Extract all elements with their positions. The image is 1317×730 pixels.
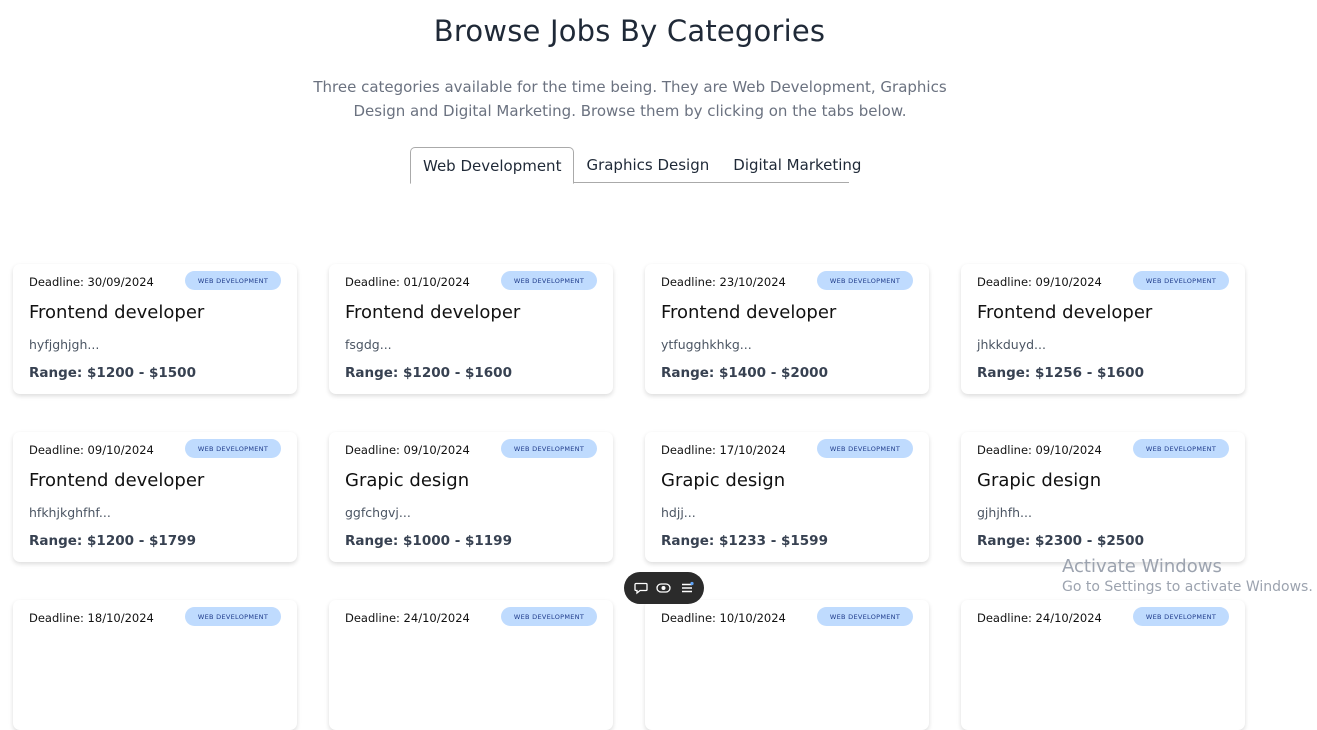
watermark-subtitle: Go to Settings to activate Windows.	[1062, 579, 1313, 595]
category-tabs: Web Development Graphics Design Digital …	[410, 147, 861, 184]
job-description: hyfjghjgh...	[29, 337, 100, 352]
job-description: gjhjhfh...	[977, 505, 1032, 520]
job-deadline: Deadline: 30/09/2024	[29, 275, 154, 289]
category-badge: WEB DEVELOPMENT	[1133, 607, 1229, 626]
eye-toggle-icon[interactable]	[655, 579, 673, 597]
job-deadline: Deadline: 18/10/2024	[29, 611, 154, 625]
category-badge: WEB DEVELOPMENT	[185, 271, 281, 290]
job-card[interactable]: Deadline: 09/10/2024 WEB DEVELOPMENT Front…	[13, 432, 297, 562]
salary-range: Range: $1200 - $1799	[29, 533, 196, 549]
job-deadline: Deadline: 23/10/2024	[661, 275, 786, 289]
page-title: Browse Jobs By Categories	[433, 14, 826, 48]
job-deadline: Deadline: 17/10/2024	[661, 443, 786, 457]
category-badge: WEB DEVELOPMENT	[185, 607, 281, 626]
job-title: Frontend developer	[29, 302, 205, 323]
job-description: hfkhjkghfhf...	[29, 505, 111, 520]
job-description: jhkkduyd...	[977, 337, 1046, 352]
job-deadline: Deadline: 24/10/2024	[345, 611, 470, 625]
category-badge: WEB DEVELOPMENT	[1133, 439, 1229, 458]
job-title: Grapic design	[661, 470, 786, 491]
job-card[interactable]: Deadline: 30/09/2024 WEB DEVELOPMENT Front…	[13, 264, 297, 394]
salary-range: Range: $1200 - $1600	[345, 365, 512, 381]
salary-range: Range: $1200 - $1500	[29, 365, 196, 381]
job-description: ytfugghkhkg...	[661, 337, 752, 352]
activate-windows-watermark: Activate Windows Go to Settings to activ…	[1062, 556, 1313, 595]
category-badge: WEB DEVELOPMENT	[1133, 271, 1229, 290]
job-card[interactable]: Deadline: 09/10/2024 WEB DEVELOPMENT Front…	[961, 264, 1245, 394]
salary-range: Range: $1233 - $1599	[661, 533, 828, 549]
tab-graphics-design[interactable]: Graphics Design	[574, 147, 721, 183]
category-badge: WEB DEVELOPMENT	[817, 607, 913, 626]
job-title: Frontend developer	[29, 470, 205, 491]
salary-range: Range: $1256 - $1600	[977, 365, 1144, 381]
category-badge: WEB DEVELOPMENT	[817, 439, 913, 458]
job-deadline: Deadline: 09/10/2024	[345, 443, 470, 457]
job-card[interactable]: Deadline: 09/10/2024 WEB DEVELOPMENT Grapi…	[961, 432, 1245, 562]
job-title: Frontend developer	[345, 302, 521, 323]
job-deadline: Deadline: 24/10/2024	[977, 611, 1102, 625]
menu-icon[interactable]	[678, 579, 696, 597]
salary-range: Range: $2300 - $2500	[977, 533, 1144, 549]
job-deadline: Deadline: 09/10/2024	[977, 443, 1102, 457]
tab-digital-marketing[interactable]: Digital Marketing	[721, 147, 873, 183]
category-badge: WEB DEVELOPMENT	[501, 607, 597, 626]
floating-toolbar	[624, 572, 704, 604]
job-card[interactable]: Deadline: 23/10/2024 WEB DEVELOPMENT Front…	[645, 264, 929, 394]
job-title: Grapic design	[977, 470, 1102, 491]
category-badge: WEB DEVELOPMENT	[501, 271, 597, 290]
category-badge: WEB DEVELOPMENT	[501, 439, 597, 458]
job-title: Frontend developer	[977, 302, 1153, 323]
category-badge: WEB DEVELOPMENT	[185, 439, 281, 458]
page-subtitle: Three categories available for the time …	[313, 78, 947, 120]
job-card[interactable]: Deadline: 17/10/2024 WEB DEVELOPMENT Grapi…	[645, 432, 929, 562]
job-description: hdjj...	[661, 505, 696, 520]
salary-range: Range: $1400 - $2000	[661, 365, 828, 381]
watermark-title: Activate Windows	[1062, 556, 1222, 577]
job-title: Frontend developer	[661, 302, 837, 323]
job-deadline: Deadline: 01/10/2024	[345, 275, 470, 289]
chat-icon[interactable]	[632, 579, 650, 597]
job-deadline: Deadline: 09/10/2024	[29, 443, 154, 457]
job-description: ggfchgvj...	[345, 505, 411, 520]
category-badge: WEB DEVELOPMENT	[817, 271, 913, 290]
job-deadline: Deadline: 10/10/2024	[661, 611, 786, 625]
job-card[interactable]: Deadline: 09/10/2024 WEB DEVELOPMENT Grapi…	[329, 432, 613, 562]
job-description: fsgdg...	[345, 337, 392, 352]
job-deadline: Deadline: 09/10/2024	[977, 275, 1102, 289]
job-title: Grapic design	[345, 470, 470, 491]
tab-web-development[interactable]: Web Development	[410, 147, 575, 184]
job-card[interactable]: Deadline: 01/10/2024 WEB DEVELOPMENT Front…	[329, 264, 613, 394]
salary-range: Range: $1000 - $1199	[345, 533, 512, 549]
